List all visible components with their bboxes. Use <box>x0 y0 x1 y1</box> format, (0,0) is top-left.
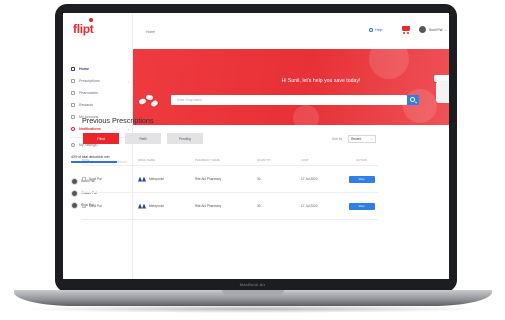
info-icon <box>71 143 75 147</box>
pill-icon <box>71 79 75 83</box>
bell-icon <box>71 127 75 131</box>
sidebar-item-label: Prescriptions <box>79 79 100 83</box>
pharmacy-icon <box>71 91 75 95</box>
column-header: Cost <box>301 157 309 162</box>
sidebar-item-rewards[interactable]: Rewards <box>71 99 129 111</box>
chevron-right-icon: › <box>127 78 129 84</box>
row-member: Sunil Pal <box>89 177 102 181</box>
row-cost: 17 Jul 2020 <box>301 204 318 208</box>
tab-filled[interactable]: Filled <box>83 133 119 144</box>
column-header: Quantity <box>257 157 272 162</box>
sidebar-item-label: Rewards <box>79 103 94 107</box>
column-header: Drug Name <box>138 157 156 162</box>
view-button[interactable]: View <box>348 175 375 183</box>
home-icon <box>71 67 75 71</box>
pharmacy-logo-icon <box>138 176 146 182</box>
heart-decoration <box>293 105 319 125</box>
avatar <box>71 177 78 185</box>
row-quantity: 30 <box>257 204 261 208</box>
avatar <box>419 26 426 33</box>
brand-logo[interactable]: flipt <box>73 22 94 36</box>
breadcrumb[interactable]: Home <box>146 30 155 34</box>
row-checkbox[interactable] <box>82 177 86 181</box>
table-row: Sunil Pal Metoprolol Rite Aid Pharmacy 3… <box>82 166 378 193</box>
sidebar-item-label: Pharmacies <box>79 91 98 95</box>
pill-bottle-body <box>436 81 449 103</box>
view-button[interactable]: View <box>348 202 375 210</box>
laptop-shadow <box>20 305 486 313</box>
column-header: Date <box>82 157 90 162</box>
row-drug: Metoprolol <box>149 204 164 208</box>
pharmacy-logo-icon <box>138 203 146 209</box>
logo-dot-icon <box>89 18 93 22</box>
device-label: MacBook Air <box>239 282 266 287</box>
gift-icon <box>71 103 75 107</box>
row-quantity: 30 <box>257 177 261 181</box>
row-pharmacy: Rite Aid Pharmacy <box>195 177 222 181</box>
table-row: Sunil Pal Metoprolol Rite Aid Pharmacy 3… <box>82 193 378 220</box>
row-drug: Metoprolol <box>149 177 164 181</box>
section-title: Previous Prescriptions <box>82 116 154 125</box>
phone-icon <box>369 28 373 32</box>
pills-image <box>137 94 161 108</box>
avatar <box>71 201 78 209</box>
row-pharmacy: Rite Aid Pharmacy <box>195 204 222 208</box>
drug-search-input[interactable]: Enter Drug Name <box>171 95 407 105</box>
prescriptions-table: Date Drug Name Pharmacy Name Quantity Co… <box>82 154 378 220</box>
sidebar-item-home[interactable]: Home <box>71 63 129 75</box>
row-cost: 17 Jul 2020 <box>301 177 318 181</box>
laptop-screen: flipt Home Prescriptions › Pharmacies Re… <box>63 13 449 279</box>
column-header: Action <box>356 157 367 162</box>
hero-greeting: Hi Sunil, let's help you save today! <box>281 78 361 84</box>
sidebar-item-prescriptions[interactable]: Prescriptions › <box>71 75 129 87</box>
tab-pending[interactable]: Pending <box>167 133 203 144</box>
heart-decoration <box>369 49 409 79</box>
sort-control: Sort by Recent ⌄ <box>332 135 377 143</box>
cart-icon[interactable] <box>401 25 410 34</box>
sidebar: flipt Home Prescriptions › Pharmacies Re… <box>63 13 133 279</box>
sidebar-item-label: Notifications <box>79 127 101 131</box>
chevron-down-icon: ⌄ <box>370 137 374 141</box>
prescription-tabs: Filled Refill Pending <box>83 133 209 144</box>
column-header: Pharmacy Name <box>195 157 220 162</box>
user-menu[interactable]: Sunil Pal ⌄ <box>419 26 447 33</box>
laptop-notch <box>222 290 284 295</box>
sidebar-item-label: Home <box>79 67 89 71</box>
help-label: Help <box>375 28 383 32</box>
table-header: Date Drug Name Pharmacy Name Quantity Co… <box>82 154 378 166</box>
search-placeholder: Enter Drug Name <box>177 98 202 102</box>
sort-label: Sort by <box>332 137 343 141</box>
row-checkbox[interactable] <box>82 204 86 208</box>
sort-value: Recent <box>351 137 362 141</box>
chevron-right-icon: › <box>127 126 129 132</box>
sidebar-item-pharmacies[interactable]: Pharmacies <box>71 87 129 99</box>
search-button[interactable] <box>407 95 419 105</box>
row-member: Sunil Pal <box>89 204 102 208</box>
avatar <box>71 189 78 197</box>
sort-select[interactable]: Recent ⌄ <box>348 135 377 143</box>
chevron-down-icon: ⌄ <box>444 27 448 32</box>
user-icon <box>71 115 75 119</box>
top-bar: Home Help Sunil Pal ⌄ <box>133 13 449 49</box>
hero-banner: Hi Sunil, let's help you save today! Ent… <box>133 49 449 125</box>
help-link[interactable]: Help <box>369 28 382 32</box>
user-name: Sunil Pal <box>429 27 443 32</box>
tab-refill[interactable]: Refill <box>125 133 161 144</box>
